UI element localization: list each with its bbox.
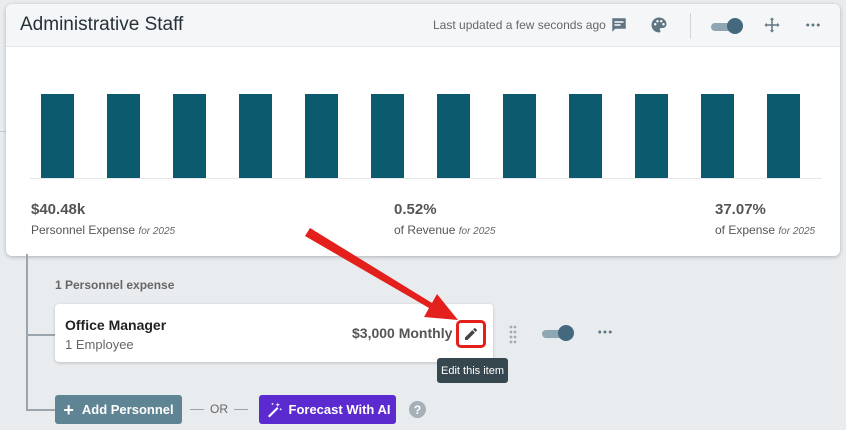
expense-bar-chart bbox=[41, 94, 800, 178]
help-icon[interactable]: ? bbox=[409, 401, 426, 418]
last-updated-text: Last updated a few seconds ago bbox=[433, 18, 606, 32]
personnel-item-amount: $3,000 Monthly bbox=[352, 325, 453, 341]
chart-bar bbox=[305, 94, 338, 178]
personnel-item-count: 1 Employee bbox=[65, 337, 134, 352]
chart-bar bbox=[173, 94, 206, 178]
tree-line bbox=[26, 254, 28, 410]
palette-icon[interactable] bbox=[648, 14, 670, 36]
item-more-options-icon[interactable] bbox=[596, 323, 614, 346]
chart-bar bbox=[569, 94, 602, 178]
chart-bar bbox=[503, 94, 536, 178]
comment-icon[interactable] bbox=[608, 14, 630, 36]
or-label: OR bbox=[210, 402, 228, 416]
plus-icon: + bbox=[63, 399, 74, 420]
or-separator: OR bbox=[190, 402, 248, 416]
expense-percent-label: of Expense for 2025 bbox=[715, 223, 816, 237]
pencil-icon bbox=[465, 327, 477, 340]
chart-bar bbox=[701, 94, 734, 178]
tree-branch bbox=[26, 334, 56, 336]
add-personnel-button[interactable]: + Add Personnel bbox=[55, 395, 182, 424]
personnel-count-label: 1 Personnel expense bbox=[55, 278, 175, 292]
revenue-percent-label: of Revenue for 2025 bbox=[394, 223, 496, 237]
tree-branch bbox=[26, 409, 56, 411]
forecast-with-ai-button[interactable]: Forecast With AI bbox=[259, 395, 396, 424]
expense-percent-value: 37.07% bbox=[715, 201, 766, 218]
personnel-expense-value: $40.48k bbox=[31, 201, 86, 218]
chart-bar bbox=[239, 94, 272, 178]
visibility-toggle[interactable] bbox=[709, 18, 743, 34]
personnel-item-card[interactable]: Office Manager 1 Employee $3,000 Monthly bbox=[55, 304, 493, 362]
chart-baseline bbox=[30, 178, 822, 179]
edit-item-button[interactable] bbox=[456, 320, 486, 348]
more-options-icon[interactable] bbox=[802, 14, 824, 36]
chart-bar bbox=[635, 94, 668, 178]
chart-bar bbox=[41, 94, 74, 178]
drag-handle-icon[interactable] bbox=[508, 324, 518, 349]
chart-bar bbox=[107, 94, 140, 178]
chart-bar bbox=[437, 94, 470, 178]
card-header: Administrative Staff Last updated a few … bbox=[6, 4, 840, 47]
edit-tooltip: Edit this item bbox=[437, 358, 508, 383]
add-personnel-label: Add Personnel bbox=[81, 402, 174, 417]
forecast-with-ai-label: Forecast With AI bbox=[288, 402, 391, 417]
personnel-expense-label: Personnel Expense for 2025 bbox=[31, 223, 176, 237]
revenue-percent-value: 0.52% bbox=[394, 201, 437, 218]
chart-bar bbox=[371, 94, 404, 178]
chart-bar bbox=[767, 94, 800, 178]
item-active-toggle[interactable] bbox=[542, 325, 574, 341]
personnel-item-name: Office Manager bbox=[65, 317, 167, 333]
personnel-group-card: Administrative Staff Last updated a few … bbox=[6, 4, 840, 256]
header-divider bbox=[690, 13, 691, 39]
card-title: Administrative Staff bbox=[20, 14, 184, 35]
move-icon[interactable] bbox=[761, 14, 783, 36]
magic-wand-icon bbox=[267, 402, 282, 417]
